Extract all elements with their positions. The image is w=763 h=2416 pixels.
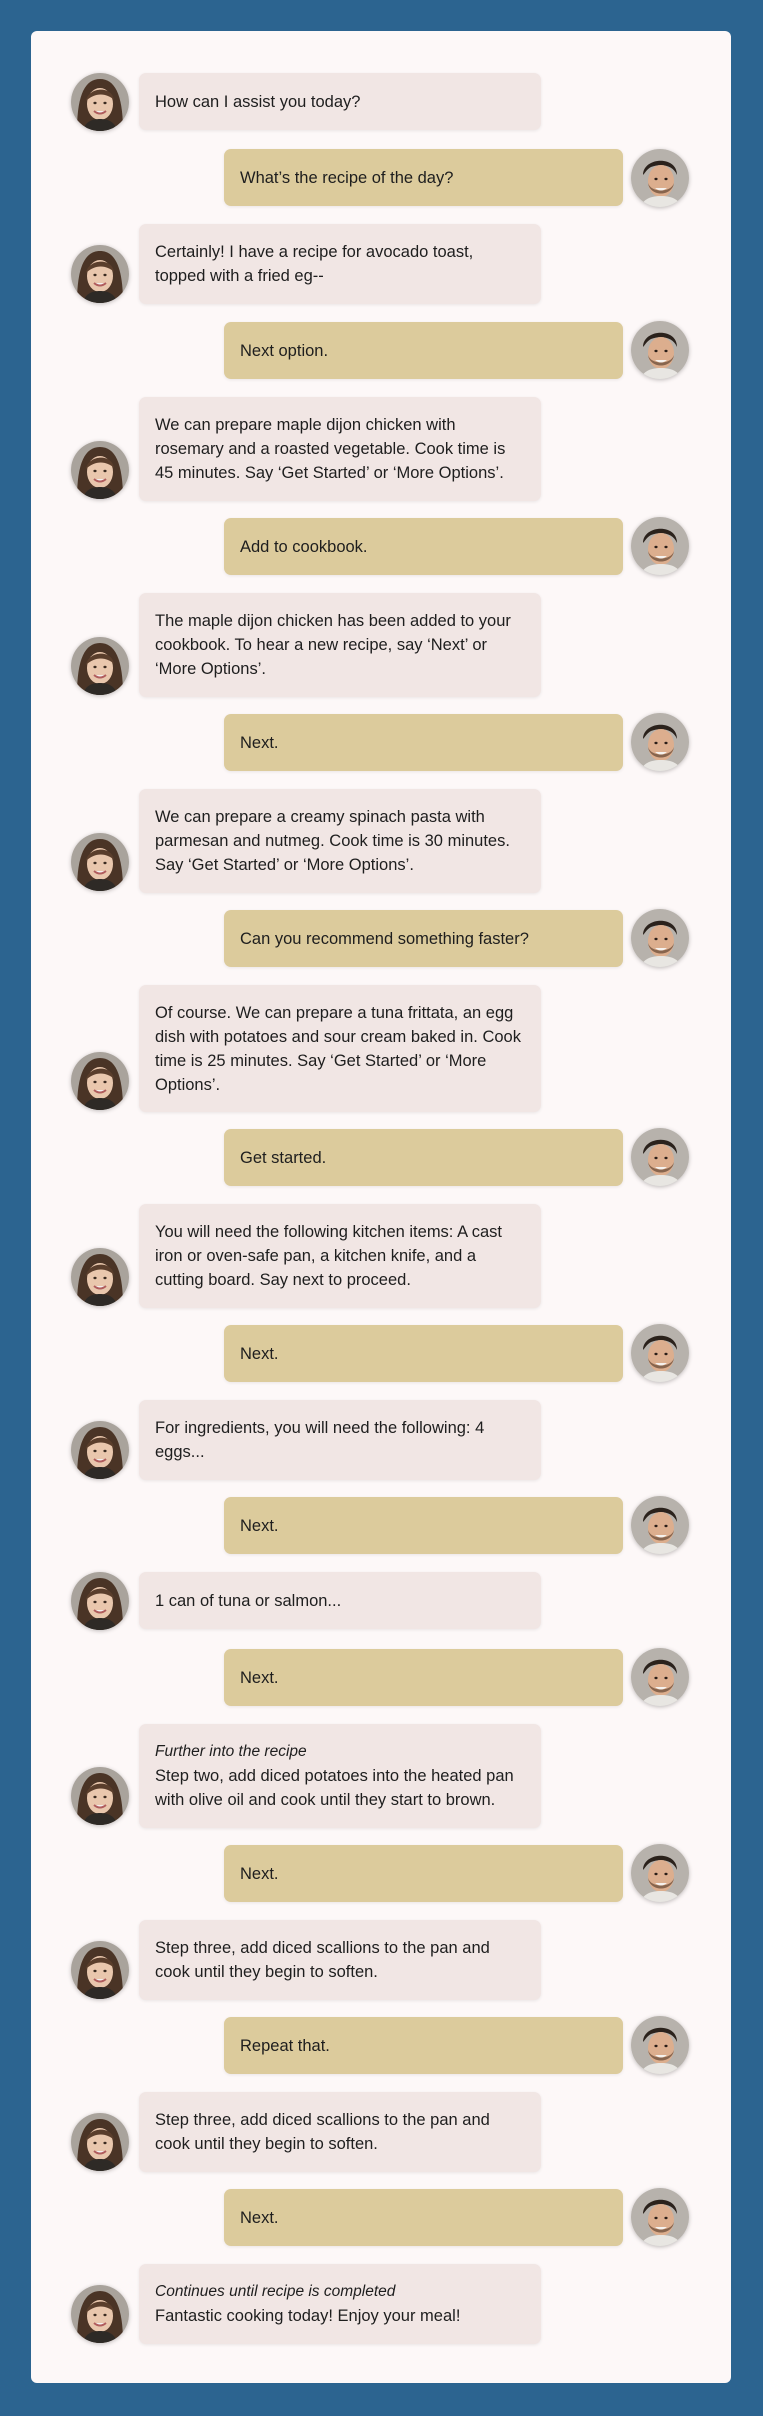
man-avatar-icon	[631, 713, 689, 771]
message-text: Next.	[240, 733, 279, 752]
man-avatar-icon	[631, 1844, 689, 1902]
message-text: Next option.	[240, 341, 329, 360]
woman-avatar-icon	[71, 1052, 129, 1110]
message-text: Next.	[240, 1668, 279, 1687]
woman-avatar-icon	[71, 2285, 129, 2343]
user-message: Next.	[224, 1649, 623, 1706]
message-text: Step two, add diced potatoes into the he…	[155, 1767, 514, 1809]
assistant-message: You will need the following kitchen item…	[139, 1204, 541, 1308]
user-message: What’s the recipe of the day?	[224, 149, 623, 206]
woman-avatar-icon	[71, 637, 129, 695]
man-avatar-icon	[631, 2188, 689, 2246]
user-message: Repeat that.	[224, 2017, 623, 2074]
woman-avatar-icon	[71, 1941, 129, 1999]
user-message: Can you recommend something faster?	[224, 910, 623, 967]
man-avatar-icon	[631, 909, 689, 967]
message-text: You will need the following kitchen item…	[155, 1223, 503, 1289]
user-message: Next.	[224, 1325, 623, 1382]
assistant-message: Certainly! I have a recipe for avocado t…	[139, 224, 541, 304]
user-message: Next.	[224, 714, 623, 771]
assistant-message: We can prepare a creamy spinach pasta wi…	[139, 789, 541, 893]
woman-avatar-icon	[71, 1421, 129, 1479]
assistant-message: Step three, add diced scallions to the p…	[139, 2092, 541, 2172]
message-text: Fantastic cooking today! Enjoy your meal…	[155, 2307, 461, 2325]
assistant-message: Step three, add diced scallions to the p…	[139, 1920, 541, 2000]
message-text: Next.	[240, 1864, 279, 1883]
message-text: Next.	[240, 1516, 279, 1535]
woman-avatar-icon	[71, 441, 129, 499]
assistant-message: Of course. We can prepare a tuna frittat…	[139, 985, 541, 1112]
user-message: Get started.	[224, 1129, 623, 1186]
message-text: The maple dijon chicken has been added t…	[155, 612, 511, 678]
woman-avatar-icon	[71, 1248, 129, 1306]
woman-avatar-icon	[71, 1572, 129, 1630]
woman-avatar-icon	[71, 833, 129, 891]
assistant-message: For ingredients, you will need the follo…	[139, 1400, 541, 1480]
woman-avatar-icon	[71, 2113, 129, 2171]
message-text: Of course. We can prepare a tuna frittat…	[155, 1003, 521, 1094]
user-message: Next.	[224, 1497, 623, 1554]
user-message: Next option.	[224, 322, 623, 379]
man-avatar-icon	[631, 1648, 689, 1706]
user-message: Next.	[224, 2189, 623, 2246]
message-text: Step three, add diced scallions to the p…	[155, 2111, 490, 2153]
assistant-message: Further into the recipe Step two, add di…	[139, 1724, 541, 1828]
annotation-note: Further into the recipe	[155, 1743, 307, 1760]
man-avatar-icon	[631, 1324, 689, 1382]
message-text: We can prepare maple dijon chicken with …	[155, 416, 506, 482]
message-text: Next.	[240, 1344, 279, 1363]
message-text: Next.	[240, 2208, 279, 2227]
assistant-message: We can prepare maple dijon chicken with …	[139, 397, 541, 501]
message-text: Add to cookbook.	[240, 537, 368, 556]
assistant-message: The maple dijon chicken has been added t…	[139, 593, 541, 697]
assistant-message: 1 can of tuna or salmon...	[139, 1572, 541, 1629]
assistant-message: Continues until recipe is completed Fant…	[139, 2264, 541, 2344]
user-message: Add to cookbook.	[224, 518, 623, 575]
chat-panel: How can I assist you today? What’s the r…	[31, 31, 731, 2383]
man-avatar-icon	[631, 1128, 689, 1186]
message-text: Get started.	[240, 1148, 327, 1167]
message-text: Repeat that.	[240, 2036, 330, 2055]
man-avatar-icon	[631, 321, 689, 379]
user-message: Next.	[224, 1845, 623, 1902]
man-avatar-icon	[631, 149, 689, 207]
message-text: What’s the recipe of the day?	[240, 168, 454, 187]
message-text: Can you recommend something faster?	[240, 929, 529, 948]
man-avatar-icon	[631, 2016, 689, 2074]
woman-avatar-icon	[71, 73, 129, 131]
woman-avatar-icon	[71, 245, 129, 303]
man-avatar-icon	[631, 517, 689, 575]
message-text: Step three, add diced scallions to the p…	[155, 1939, 490, 1981]
message-text: 1 can of tuna or salmon...	[155, 1591, 342, 1610]
message-text: We can prepare a creamy spinach pasta wi…	[155, 808, 510, 874]
message-text: How can I assist you today?	[155, 92, 361, 111]
man-avatar-icon	[631, 1496, 689, 1554]
message-text: Certainly! I have a recipe for avocado t…	[155, 243, 474, 285]
message-text: For ingredients, you will need the follo…	[155, 1419, 485, 1461]
annotation-note: Continues until recipe is completed	[155, 2283, 396, 2300]
assistant-message: How can I assist you today?	[139, 73, 541, 130]
woman-avatar-icon	[71, 1767, 129, 1825]
